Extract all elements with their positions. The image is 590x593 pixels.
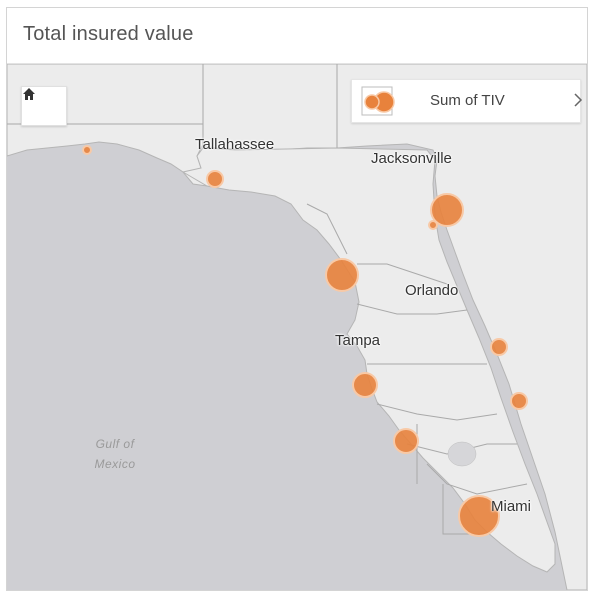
legend-label: Sum of TIV bbox=[430, 92, 505, 109]
legend-panel[interactable]: Sum of TIV bbox=[351, 79, 583, 123]
symbol-cedar-key bbox=[325, 258, 359, 292]
lake-okeechobee bbox=[447, 441, 477, 467]
insured-value-card: Total insured value Sum of TIV Tallahass… bbox=[6, 7, 588, 591]
symbol-sarasota bbox=[352, 372, 378, 398]
card-title: Total insured value bbox=[23, 23, 194, 45]
symbol-fort-myers bbox=[393, 428, 419, 454]
card-header: Total insured value bbox=[7, 8, 587, 64]
city-label-miami: Miami bbox=[491, 498, 531, 515]
water-label-line1: Gulf of bbox=[95, 437, 135, 451]
symbol-tallahassee bbox=[206, 170, 224, 188]
water-label-line2: Mexico bbox=[94, 457, 136, 471]
city-label-tampa: Tampa bbox=[335, 332, 381, 349]
city-label-orlando: Orlando bbox=[405, 282, 459, 299]
home-button[interactable] bbox=[21, 86, 67, 126]
map-view[interactable]: Sum of TIV Tallahassee Jacksonville Orla… bbox=[7, 64, 587, 590]
symbol-port-st-lucie bbox=[510, 392, 528, 410]
legend-symbol-icon bbox=[361, 86, 395, 116]
home-icon bbox=[23, 88, 35, 100]
symbol-jacksonville-small bbox=[428, 220, 438, 230]
symbol-pensacola bbox=[82, 145, 92, 155]
city-label-jacksonville: Jacksonville bbox=[371, 150, 452, 167]
city-label-tallahassee: Tallahassee bbox=[195, 136, 275, 153]
symbol-melbourne bbox=[490, 338, 508, 356]
water-label-gulf-of-mexico: Gulf of Mexico bbox=[75, 434, 155, 474]
